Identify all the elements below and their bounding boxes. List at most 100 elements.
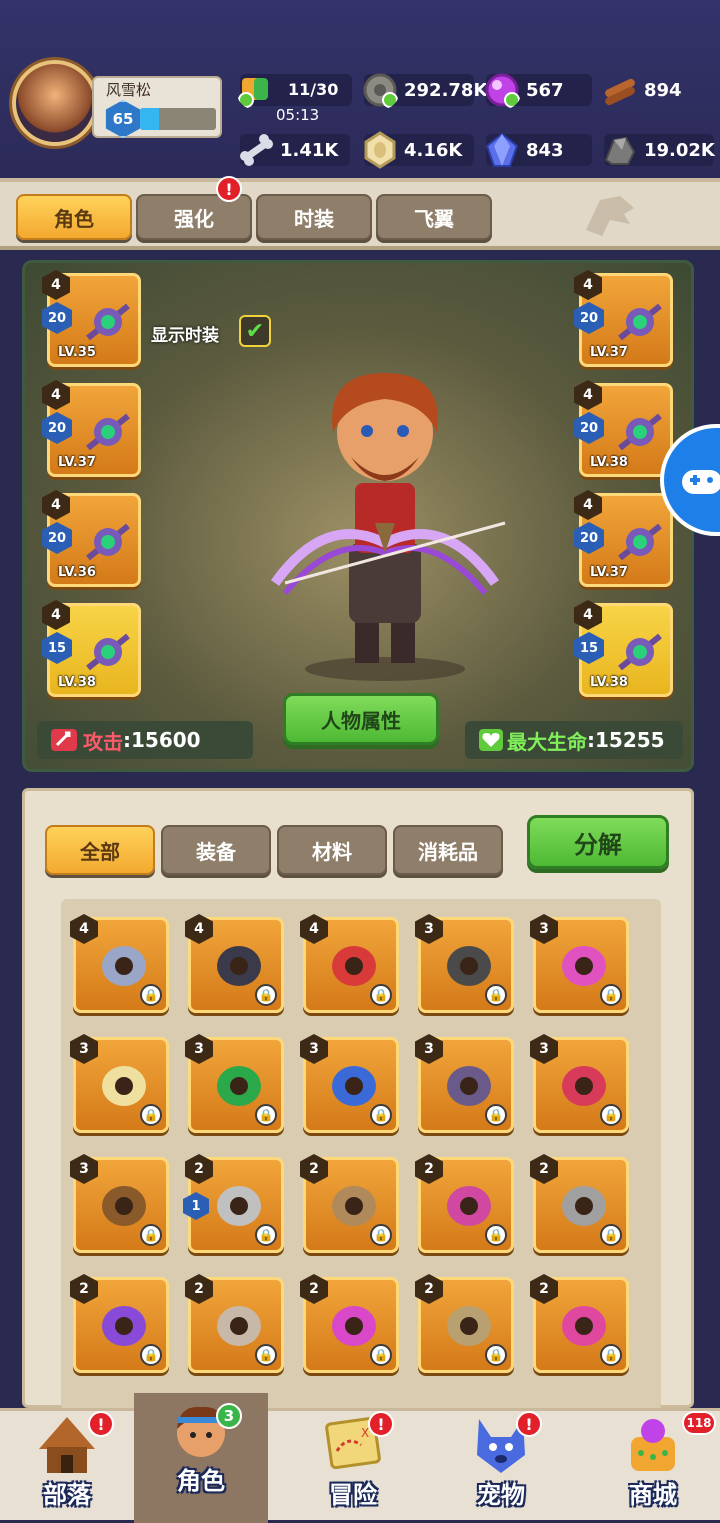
- wood-counter[interactable]: 894: [604, 74, 710, 106]
- inventory-item[interactable]: 4 🔒: [185, 914, 284, 1013]
- xp-fill: [140, 108, 159, 130]
- lock-icon: 🔒: [255, 1104, 277, 1126]
- inventory-item[interactable]: 2 🔒: [415, 1154, 514, 1253]
- nav-adventure-alert: !: [368, 1411, 394, 1437]
- tier-badge: 4: [42, 270, 70, 300]
- lock-icon: 🔒: [600, 1224, 622, 1246]
- gem-value: 567: [526, 79, 564, 101]
- filter-equipment[interactable]: 装备: [161, 825, 271, 875]
- hero-character[interactable]: [255, 353, 515, 683]
- tier-badge: 4: [574, 270, 602, 300]
- inventory-item[interactable]: 2 🔒: [300, 1274, 399, 1373]
- equip-slot-left-1[interactable]: 4 20 LV.35: [42, 270, 141, 367]
- crystal-icon: [485, 132, 519, 167]
- inventory-item[interactable]: 3 🔒: [530, 1034, 629, 1133]
- lock-icon: 🔒: [140, 984, 162, 1006]
- nav-shop[interactable]: 商城 118: [586, 1411, 720, 1523]
- inventory-item[interactable]: 3 🔒: [70, 1154, 169, 1253]
- character-stage: 4 20 LV.35 4 20 LV.37 4 20 LV.36 4 15 LV.38 4 20 LV.3…: [22, 260, 694, 772]
- inventory-item[interactable]: 4 🔒: [70, 914, 169, 1013]
- player-name: 风雪松: [106, 81, 152, 99]
- filter-materials[interactable]: 材料: [277, 825, 387, 875]
- equip-slot-left-2[interactable]: 4 20 LV.37: [42, 380, 141, 477]
- shell-value: 4.16K: [404, 139, 463, 161]
- nav-pet[interactable]: 宠物 !: [434, 1411, 568, 1523]
- equipment-level: LV.38: [590, 455, 628, 470]
- equip-slot-right-2[interactable]: 4 20 LV.38: [574, 380, 673, 477]
- enhance-alert-badge: !: [216, 176, 242, 202]
- crystal-value: 843: [526, 139, 564, 161]
- stone-coin-counter[interactable]: 292.78K: [363, 73, 487, 108]
- inventory-item[interactable]: 3 🔒: [185, 1034, 284, 1133]
- equipment-level: LV.37: [58, 455, 96, 470]
- stamina-counter[interactable]: 11/30: [238, 74, 352, 108]
- equip-slot-right-3[interactable]: 4 20 LV.37: [574, 490, 673, 587]
- dino-emblem-icon: [586, 196, 634, 236]
- ore-value: 19.02K: [644, 139, 715, 161]
- equipment-level: LV.38: [58, 675, 96, 690]
- lock-icon: 🔒: [140, 1344, 162, 1366]
- lock-icon: 🔒: [140, 1104, 162, 1126]
- lock-icon: 🔒: [600, 1344, 622, 1366]
- nav-tribe-alert: !: [88, 1411, 114, 1437]
- equip-slot-left-3[interactable]: 4 20 LV.36: [42, 490, 141, 587]
- inventory-item[interactable]: 2 1 🔒: [183, 1154, 284, 1253]
- lock-icon: 🔒: [255, 984, 277, 1006]
- equipment-item-icon: [86, 303, 130, 341]
- equip-slot-right-1[interactable]: 4 20 LV.37: [574, 270, 673, 367]
- nav-tribe[interactable]: 部落 !: [0, 1411, 134, 1523]
- tab-costume[interactable]: 时装: [256, 194, 372, 240]
- crystal-counter[interactable]: 843: [485, 132, 592, 167]
- inventory-item[interactable]: 2 🔒: [530, 1274, 629, 1373]
- character-attributes-button[interactable]: 人物属性: [283, 693, 439, 745]
- equip-slot-left-4[interactable]: 4 15 LV.38: [42, 600, 141, 697]
- inventory-item[interactable]: 3 🔒: [300, 1034, 399, 1133]
- decompose-button[interactable]: 分解: [527, 815, 669, 869]
- attack-label: 攻击: [83, 729, 123, 754]
- inventory-item[interactable]: 2 🔒: [300, 1154, 399, 1253]
- shell-icon: [364, 131, 396, 169]
- bone-icon: [240, 134, 273, 166]
- shell-counter[interactable]: 4.16K: [364, 131, 474, 169]
- lock-icon: 🔒: [370, 984, 392, 1006]
- equip-slot-right-4[interactable]: 4 15 LV.38: [574, 600, 673, 697]
- show-costume-label: 显示时装: [151, 326, 219, 346]
- lock-icon: 🔒: [255, 1224, 277, 1246]
- tier-badge: 4: [574, 600, 602, 630]
- lock-icon: 🔒: [485, 984, 507, 1006]
- lock-icon: 🔒: [370, 1224, 392, 1246]
- bone-counter[interactable]: 1.41K: [240, 134, 350, 166]
- inventory-item[interactable]: 2 🔒: [530, 1154, 629, 1253]
- inventory-item[interactable]: 3 🔒: [415, 1034, 514, 1133]
- tab-enhance[interactable]: 强化: [136, 194, 252, 240]
- wood-icon: [605, 78, 635, 106]
- inventory-item[interactable]: 2 🔒: [70, 1274, 169, 1373]
- attack-value: :15600: [123, 728, 201, 752]
- inventory-item[interactable]: 3 🔒: [70, 1034, 169, 1133]
- player-avatar[interactable]: [12, 60, 98, 146]
- inventory-item[interactable]: 2 🔒: [185, 1274, 284, 1373]
- gem-counter[interactable]: 567: [485, 73, 592, 108]
- tab-character[interactable]: 角色: [16, 194, 132, 240]
- inventory-item[interactable]: 3 🔒: [415, 914, 514, 1013]
- ore-counter[interactable]: 19.02K: [604, 134, 715, 166]
- equipment-level: LV.35: [58, 345, 96, 360]
- equipment-level: LV.36: [58, 565, 96, 580]
- filter-consumables[interactable]: 消耗品: [393, 825, 503, 875]
- inventory-item[interactable]: 2 🔒: [415, 1274, 514, 1373]
- equipment-item-icon: [618, 413, 662, 451]
- nav-shop-badge: 118: [682, 1411, 716, 1435]
- nav-shop-label: 商城: [629, 1481, 677, 1509]
- lock-icon: 🔒: [370, 1104, 392, 1126]
- tab-wings[interactable]: 飞翼: [376, 194, 492, 240]
- inventory-panel: 全部 装备 材料 消耗品 分解 4 🔒 4 🔒 4 🔒 3 🔒 3 🔒 3 🔒 3 🔒 3 🔒 3 🔒 3 🔒 3 🔒 2 1…: [22, 788, 694, 1411]
- nav-adventure[interactable]: X 冒险 !: [286, 1411, 420, 1523]
- inventory-item[interactable]: 4 🔒: [300, 914, 399, 1013]
- nav-character[interactable]: 角色 3: [134, 1393, 268, 1523]
- filter-all[interactable]: 全部: [45, 825, 155, 875]
- max-hp-label: 最大生命: [507, 729, 587, 754]
- character-tabs: 角色 强化 ! 时装 飞翼: [0, 176, 720, 250]
- show-costume-checkbox[interactable]: ✔: [239, 315, 271, 347]
- inventory-item[interactable]: 3 🔒: [530, 914, 629, 1013]
- equipment-item-icon: [618, 303, 662, 341]
